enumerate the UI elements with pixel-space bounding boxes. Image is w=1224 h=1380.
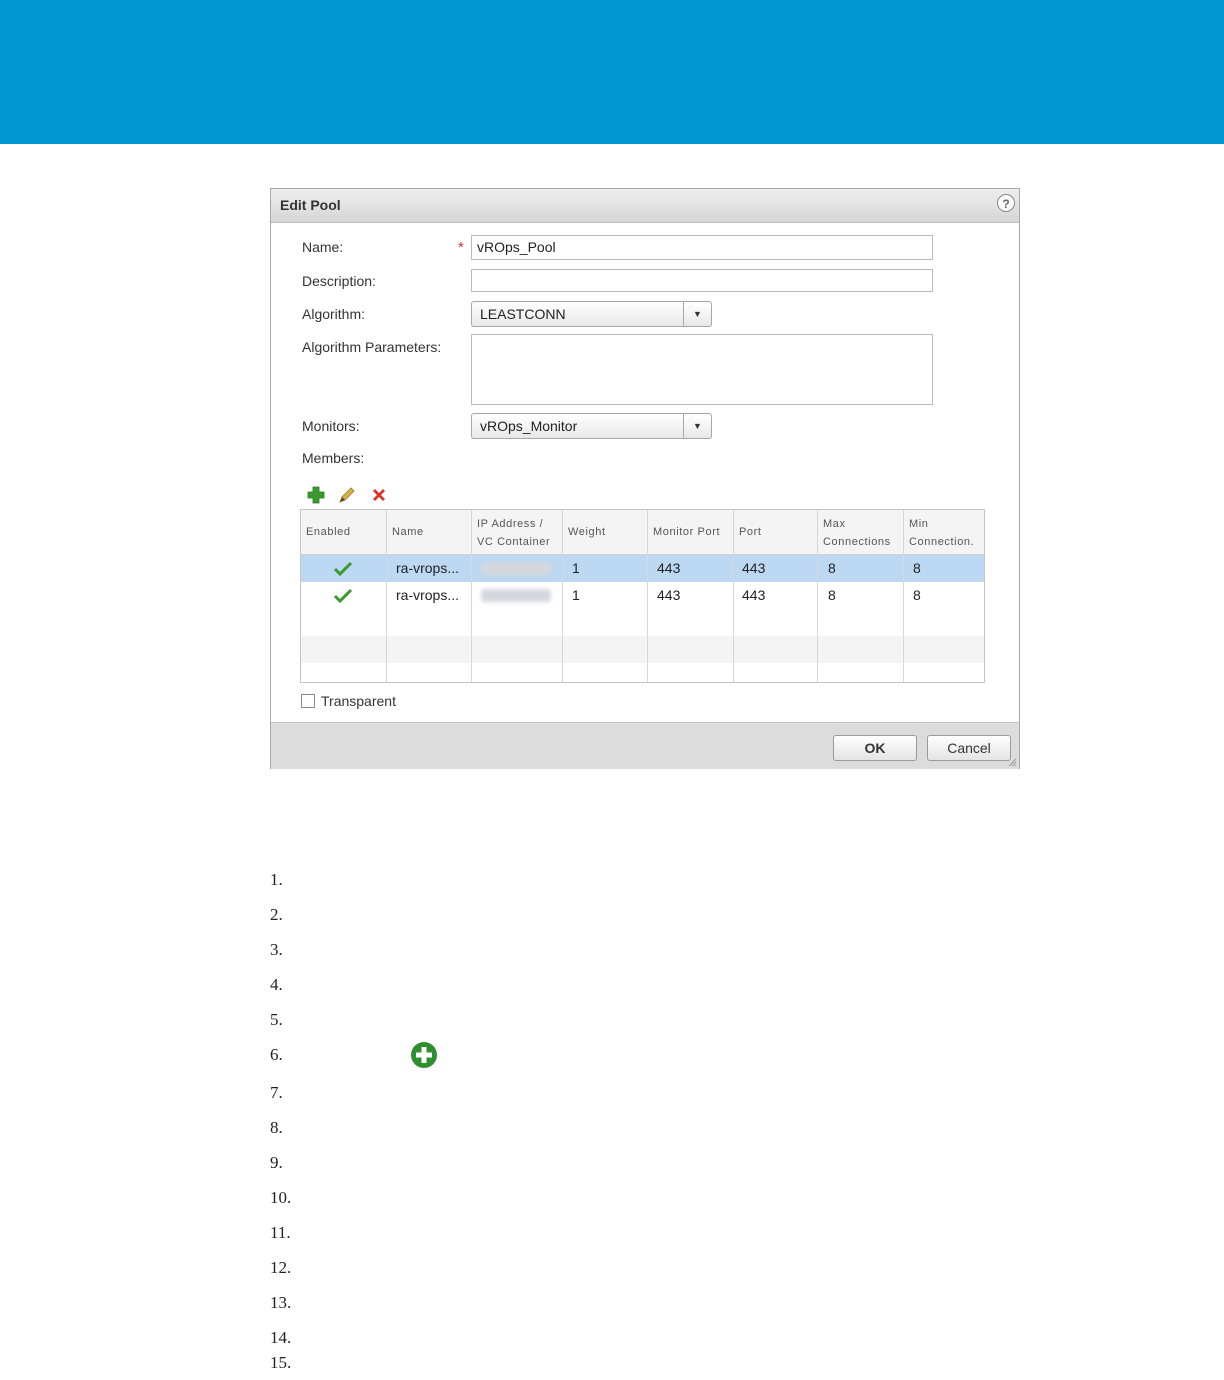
member-weight: 1 (572, 560, 580, 576)
table-row-empty (301, 663, 984, 682)
header-min-connections[interactable]: Min Connection. (904, 510, 984, 555)
column-divider (471, 510, 472, 682)
member-monitor-port: 443 (657, 560, 681, 576)
header-max-line1: Max (823, 518, 846, 530)
step-number: 8. (270, 1118, 283, 1137)
header-ip-address[interactable]: IP Address / VC Container (472, 510, 562, 555)
step-number: 14. (270, 1328, 292, 1347)
algorithm-select[interactable]: LEASTCONN ▼ (471, 301, 712, 327)
dialog-title-bar: Edit Pool ? (271, 189, 1019, 223)
algorithm-label: Algorithm: (302, 306, 366, 322)
chevron-down-icon[interactable]: ▼ (683, 302, 711, 326)
member-max-connections: 8 (828, 587, 836, 603)
required-asterisk: * (458, 239, 464, 256)
add-icon[interactable] (306, 485, 326, 505)
member-monitor-port: 443 (657, 587, 681, 603)
header-banner (0, 0, 1224, 144)
cancel-button[interactable]: Cancel (927, 735, 1011, 761)
members-label: Members: (302, 450, 365, 466)
check-icon (334, 562, 352, 576)
step-number: 2. (270, 905, 283, 924)
header-monitor-port[interactable]: Monitor Port (648, 510, 733, 555)
header-weight[interactable]: Weight (563, 510, 648, 555)
algorithm-parameters-label: Algorithm Parameters: (302, 339, 442, 355)
algorithm-parameters-textarea[interactable] (471, 334, 933, 405)
edit-pool-dialog: Edit Pool ? Name: * vROps_Pool Descripti… (270, 188, 1020, 769)
table-header: Enabled Name IP Address / VC Container W… (301, 510, 984, 555)
step-number: 5. (270, 1010, 283, 1029)
header-max-line2: Connections (823, 536, 891, 548)
monitors-value: vROps_Monitor (480, 418, 578, 434)
table-row[interactable]: ra-vrops... 1 443 443 8 8 (301, 555, 984, 582)
name-input[interactable]: vROps_Pool (471, 235, 933, 260)
step-number: 13. (270, 1293, 292, 1312)
ip-address-redacted (481, 562, 551, 575)
table-row-empty (301, 609, 984, 636)
ok-button[interactable]: OK (833, 735, 917, 761)
member-weight: 1 (572, 587, 580, 603)
step-number: 11. (270, 1223, 291, 1242)
monitors-select[interactable]: vROps_Monitor ▼ (471, 413, 712, 439)
name-label: Name: (302, 239, 344, 255)
step-number: 12. (270, 1258, 292, 1277)
step-number: 3. (270, 940, 283, 959)
member-min-connections: 8 (913, 587, 921, 603)
step-number: 15. (270, 1353, 292, 1372)
description-label: Description: (302, 273, 376, 289)
header-min-line2: Connection. (909, 536, 975, 548)
step-number: 10. (270, 1188, 292, 1207)
column-divider (733, 510, 734, 682)
add-circle-icon (411, 1042, 437, 1068)
step-number: 9. (270, 1153, 283, 1172)
edit-icon[interactable] (337, 485, 357, 505)
transparent-label: Transparent (321, 693, 396, 709)
member-port: 443 (742, 587, 766, 603)
member-name: ra-vrops... (396, 560, 460, 576)
delete-icon[interactable] (369, 485, 389, 505)
member-port: 443 (742, 560, 766, 576)
table-row[interactable]: ra-vrops... 1 443 443 8 8 (301, 582, 984, 609)
monitors-label: Monitors: (302, 418, 360, 434)
transparent-checkbox[interactable] (301, 694, 315, 708)
members-table: Enabled Name IP Address / VC Container W… (300, 509, 985, 683)
member-max-connections: 8 (828, 560, 836, 576)
ip-address-redacted (481, 589, 551, 602)
header-name[interactable]: Name (387, 510, 472, 555)
help-icon[interactable]: ? (997, 194, 1015, 212)
step-number: 6. (270, 1045, 283, 1064)
header-max-connections[interactable]: Max Connections (818, 510, 903, 555)
member-min-connections: 8 (913, 560, 921, 576)
algorithm-value: LEASTCONN (480, 306, 566, 322)
dialog-footer: OK Cancel (271, 722, 1019, 769)
description-input[interactable] (471, 269, 933, 292)
header-enabled[interactable]: Enabled (301, 510, 386, 555)
dialog-title: Edit Pool (280, 197, 341, 213)
column-divider (903, 510, 904, 682)
header-port[interactable]: Port (734, 510, 818, 555)
table-row-empty (301, 636, 984, 663)
header-ip-line2: VC Container (477, 536, 551, 548)
step-number: 1. (270, 870, 283, 889)
member-name: ra-vrops... (396, 587, 460, 603)
column-divider (817, 510, 818, 682)
resize-grip-icon[interactable] (1008, 758, 1017, 767)
chevron-down-icon[interactable]: ▼ (683, 414, 711, 438)
header-min-line1: Min (909, 518, 929, 530)
column-divider (647, 510, 648, 682)
step-number: 4. (270, 975, 283, 994)
check-icon (334, 589, 352, 603)
header-ip-line1: IP Address / (477, 518, 544, 530)
step-number: 7. (270, 1083, 283, 1102)
column-divider (562, 510, 563, 682)
column-divider (386, 510, 387, 682)
